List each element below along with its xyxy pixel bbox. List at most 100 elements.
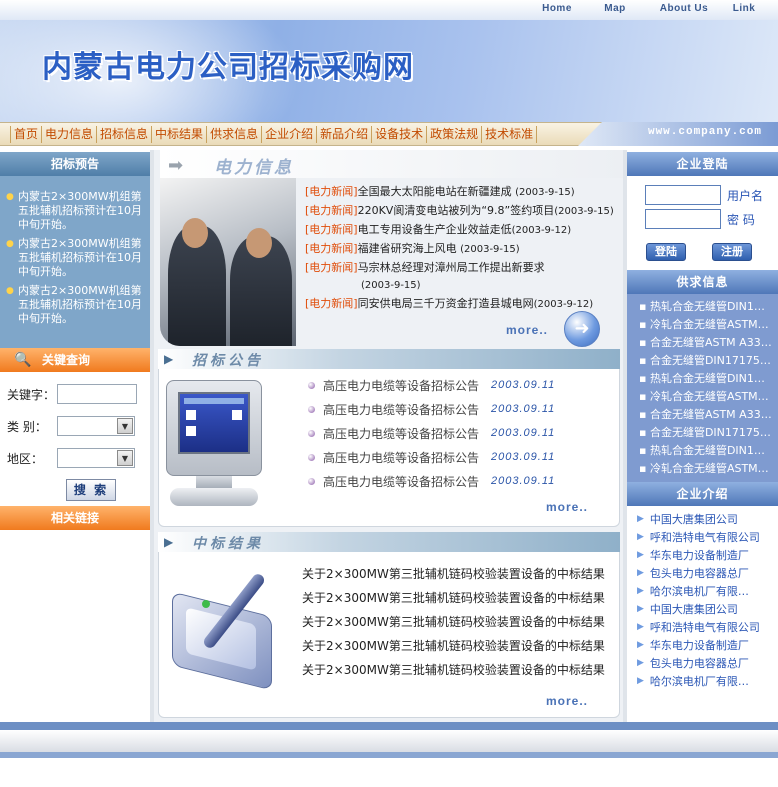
list-item[interactable]: ▪ 热轧合金无缝管DIN1… (639, 298, 775, 316)
news-item[interactable]: [电力新闻]220KV阆清变电站被列为“9.8”签约项目(2003-9-15) (305, 202, 620, 221)
nav-item-tender-info[interactable]: 招标信息 (97, 126, 153, 143)
nav-item-new-products[interactable]: 新品介绍 (317, 126, 373, 143)
news-item[interactable]: [电力新闻]福建省研究海上风电 (2003-9-15) (305, 240, 620, 259)
company-name: 中国大唐集团公司 (649, 603, 738, 616)
supply-text: 冷轧合金无缝管ASTM… (649, 390, 769, 403)
login-button[interactable]: 登陆 (646, 243, 686, 261)
list-item[interactable]: 关于2×300MW第三批辅机链码校验装置设备的中标结果 (302, 658, 612, 682)
pen-tablet-icon (166, 560, 286, 691)
list-item[interactable]: ▪ 合金无缝管ASTM A33… (639, 334, 775, 352)
register-button[interactable]: 注册 (712, 243, 752, 261)
nav-item-policies[interactable]: 政策法规 (427, 126, 483, 143)
username-input[interactable] (645, 185, 721, 205)
news-date: (2003-9-12) (511, 225, 572, 236)
tender-notice-more-link[interactable]: more.. (546, 500, 588, 514)
power-news-list: [电力新闻]全国最大太阳能电站在新疆建成 (2003-9-15) [电力新闻]2… (305, 183, 620, 314)
footer-band (0, 730, 778, 752)
top-link-map[interactable]: Map (586, 3, 644, 14)
supply-list: ▪ 热轧合金无缝管DIN1… ▪ 冷轧合金无缝管ASTM… ▪ 合金无缝管AST… (627, 294, 778, 482)
chevron-down-icon[interactable]: ▼ (117, 418, 133, 434)
news-item[interactable]: [电力新闻]马宗林总经理对漳州局工作提出新要求 (305, 259, 620, 277)
supply-text: 热轧合金无缝管DIN1… (649, 444, 765, 457)
nav-item-winning-results[interactable]: 中标结果 (152, 126, 208, 143)
top-link-about-us[interactable]: About Us (644, 3, 724, 14)
list-item[interactable]: ▶ 呼和浩特电气有限公司 (637, 618, 778, 636)
list-item[interactable]: ▶ 包头电力电容器总厂 (637, 654, 778, 672)
power-info-more-link[interactable]: more.. (506, 323, 548, 337)
list-item[interactable]: ▶ 华东电力设备制造厂 (637, 546, 778, 564)
list-item[interactable]: ▪ 热轧合金无缝管DIN1… (639, 442, 775, 460)
tender-preview-text: 内蒙古2×300MW机组第五批辅机招标预计在10月中旬开始。 (18, 237, 142, 278)
chevron-down-icon[interactable]: ▼ (117, 450, 133, 466)
list-item[interactable]: ● 内蒙古2×300MW机组第五批辅机招标预计在10月中旬开始。 (6, 284, 144, 326)
tender-preview-text: 内蒙古2×300MW机组第五批辅机招标预计在10月中旬开始。 (18, 284, 142, 325)
list-item[interactable]: ▶ 哈尔滨电机厂有限… (637, 582, 778, 600)
list-item[interactable]: 高压电力电缆等设备招标公告 2003.09.11 (308, 445, 608, 469)
list-item[interactable]: ▶ 中国大唐集团公司 (637, 510, 778, 528)
arrow-circle-icon[interactable]: ➜ (564, 311, 600, 347)
news-item[interactable]: [电力新闻]全国最大太阳能电站在新疆建成 (2003-9-15) (305, 183, 620, 202)
news-date: (2003-9-12) (533, 299, 594, 310)
nav-item-supply-demand[interactable]: 供求信息 (207, 126, 263, 143)
notice-date: 2003.09.11 (491, 403, 556, 415)
list-item[interactable]: ▪ 冷轧合金无缝管ASTM… (639, 316, 775, 334)
list-item[interactable]: ▪ 合金无缝管DIN17175… (639, 352, 775, 370)
list-item[interactable]: 关于2×300MW第三批辅机链码校验装置设备的中标结果 (302, 586, 612, 610)
domain-badge: www.company.com (578, 122, 778, 146)
news-tag: [电力新闻] (305, 223, 358, 236)
news-date: (2003-9-15) (361, 280, 421, 291)
top-link-home[interactable]: Home (528, 3, 586, 14)
list-item[interactable]: ▶ 中国大唐集团公司 (637, 600, 778, 618)
list-item[interactable]: 高压电力电缆等设备招标公告 2003.09.11 (308, 421, 608, 445)
list-item[interactable]: ▶ 华东电力设备制造厂 (637, 636, 778, 654)
list-item[interactable]: 关于2×300MW第三批辅机链码校验装置设备的中标结果 (302, 610, 612, 634)
list-item[interactable]: ▶ 包头电力电容器总厂 (637, 564, 778, 582)
news-item[interactable]: [电力新闻]电工专用设备生产企业效益走低(2003-9-12) (305, 221, 620, 240)
list-item[interactable]: 关于2×300MW第三批辅机链码校验装置设备的中标结果 (302, 562, 612, 586)
tender-notice-title: 招标公告 (192, 353, 264, 369)
site-title: 内蒙古电力公司招标采购网 (42, 50, 414, 85)
nav-item-tech-standards[interactable]: 技术标准 (482, 126, 538, 143)
nav-item-home[interactable]: 首页 (10, 126, 43, 143)
triangle-right-icon: ▶ (637, 640, 644, 650)
nav-item-equipment-tech[interactable]: 设备技术 (372, 126, 428, 143)
news-item[interactable]: [电力新闻]同安供电局三千万资金打造县城电网(2003-9-12) (305, 295, 620, 314)
supply-text: 合金无缝管ASTM A33… (649, 408, 772, 421)
category-row: 类 别： ▼ (7, 416, 135, 436)
notice-date: 2003.09.11 (491, 379, 556, 391)
list-item[interactable]: 关于2×300MW第三批辅机链码校验装置设备的中标结果 (302, 634, 612, 658)
supply-text: 合金无缝管ASTM A33… (649, 336, 772, 349)
list-item[interactable]: ● 内蒙古2×300MW机组第五批辅机招标预计在10月中旬开始。 (6, 190, 144, 232)
list-item[interactable]: ▶ 哈尔滨电机厂有限… (637, 672, 778, 690)
winning-results-more-link[interactable]: more.. (546, 694, 588, 708)
list-item[interactable]: ▶ 呼和浩特电气有限公司 (637, 528, 778, 546)
list-item[interactable]: ▪ 冷轧合金无缝管ASTM… (639, 460, 775, 478)
keyword-input[interactable] (57, 384, 137, 404)
tender-preview-text: 内蒙古2×300MW机组第五批辅机招标预计在10月中旬开始。 (18, 190, 142, 231)
password-input[interactable] (645, 209, 721, 229)
computer-monitor-icon (166, 380, 262, 510)
company-name: 华东电力设备制造厂 (649, 639, 749, 652)
category-select[interactable]: ▼ (57, 416, 135, 436)
news-title: 220KV阆清变电站被列为“9.8”签约项目 (357, 204, 555, 217)
arrow-right-icon: ➡ (168, 155, 184, 176)
bullet-icon (308, 405, 315, 413)
list-item[interactable]: 高压电力电缆等设备招标公告 2003.09.11 (308, 373, 608, 397)
news-title: 电工专用设备生产企业效益走低 (357, 223, 512, 236)
list-item[interactable]: 高压电力电缆等设备招标公告 2003.09.11 (308, 397, 608, 421)
winning-results-header: ▶ 中标结果 (158, 532, 620, 552)
news-title: 福建省研究海上风电 (357, 242, 457, 255)
list-item[interactable]: 高压电力电缆等设备招标公告 2003.09.11 (308, 469, 608, 493)
tender-notice-header: ▶ 招标公告 (158, 349, 620, 369)
list-item[interactable]: ▪ 热轧合金无缝管DIN1… (639, 370, 775, 388)
list-item[interactable]: ▪ 冷轧合金无缝管ASTM… (639, 388, 775, 406)
company-list: ▶ 中国大唐集团公司 ▶ 呼和浩特电气有限公司 ▶ 华东电力设备制造厂 ▶ 包头电力电容… (627, 510, 778, 690)
top-link-link[interactable]: Link (724, 3, 764, 14)
search-button[interactable]: 搜 索 (66, 479, 116, 501)
list-item[interactable]: ● 内蒙古2×300MW机组第五批辅机招标预计在10月中旬开始。 (6, 237, 144, 279)
nav-item-company-intro[interactable]: 企业介绍 (262, 126, 318, 143)
nav-item-power-info[interactable]: 电力信息 (42, 126, 98, 143)
list-item[interactable]: ▪ 合金无缝管DIN17175… (639, 424, 775, 442)
region-select[interactable]: ▼ (57, 448, 135, 468)
list-item[interactable]: ▪ 合金无缝管ASTM A33… (639, 406, 775, 424)
